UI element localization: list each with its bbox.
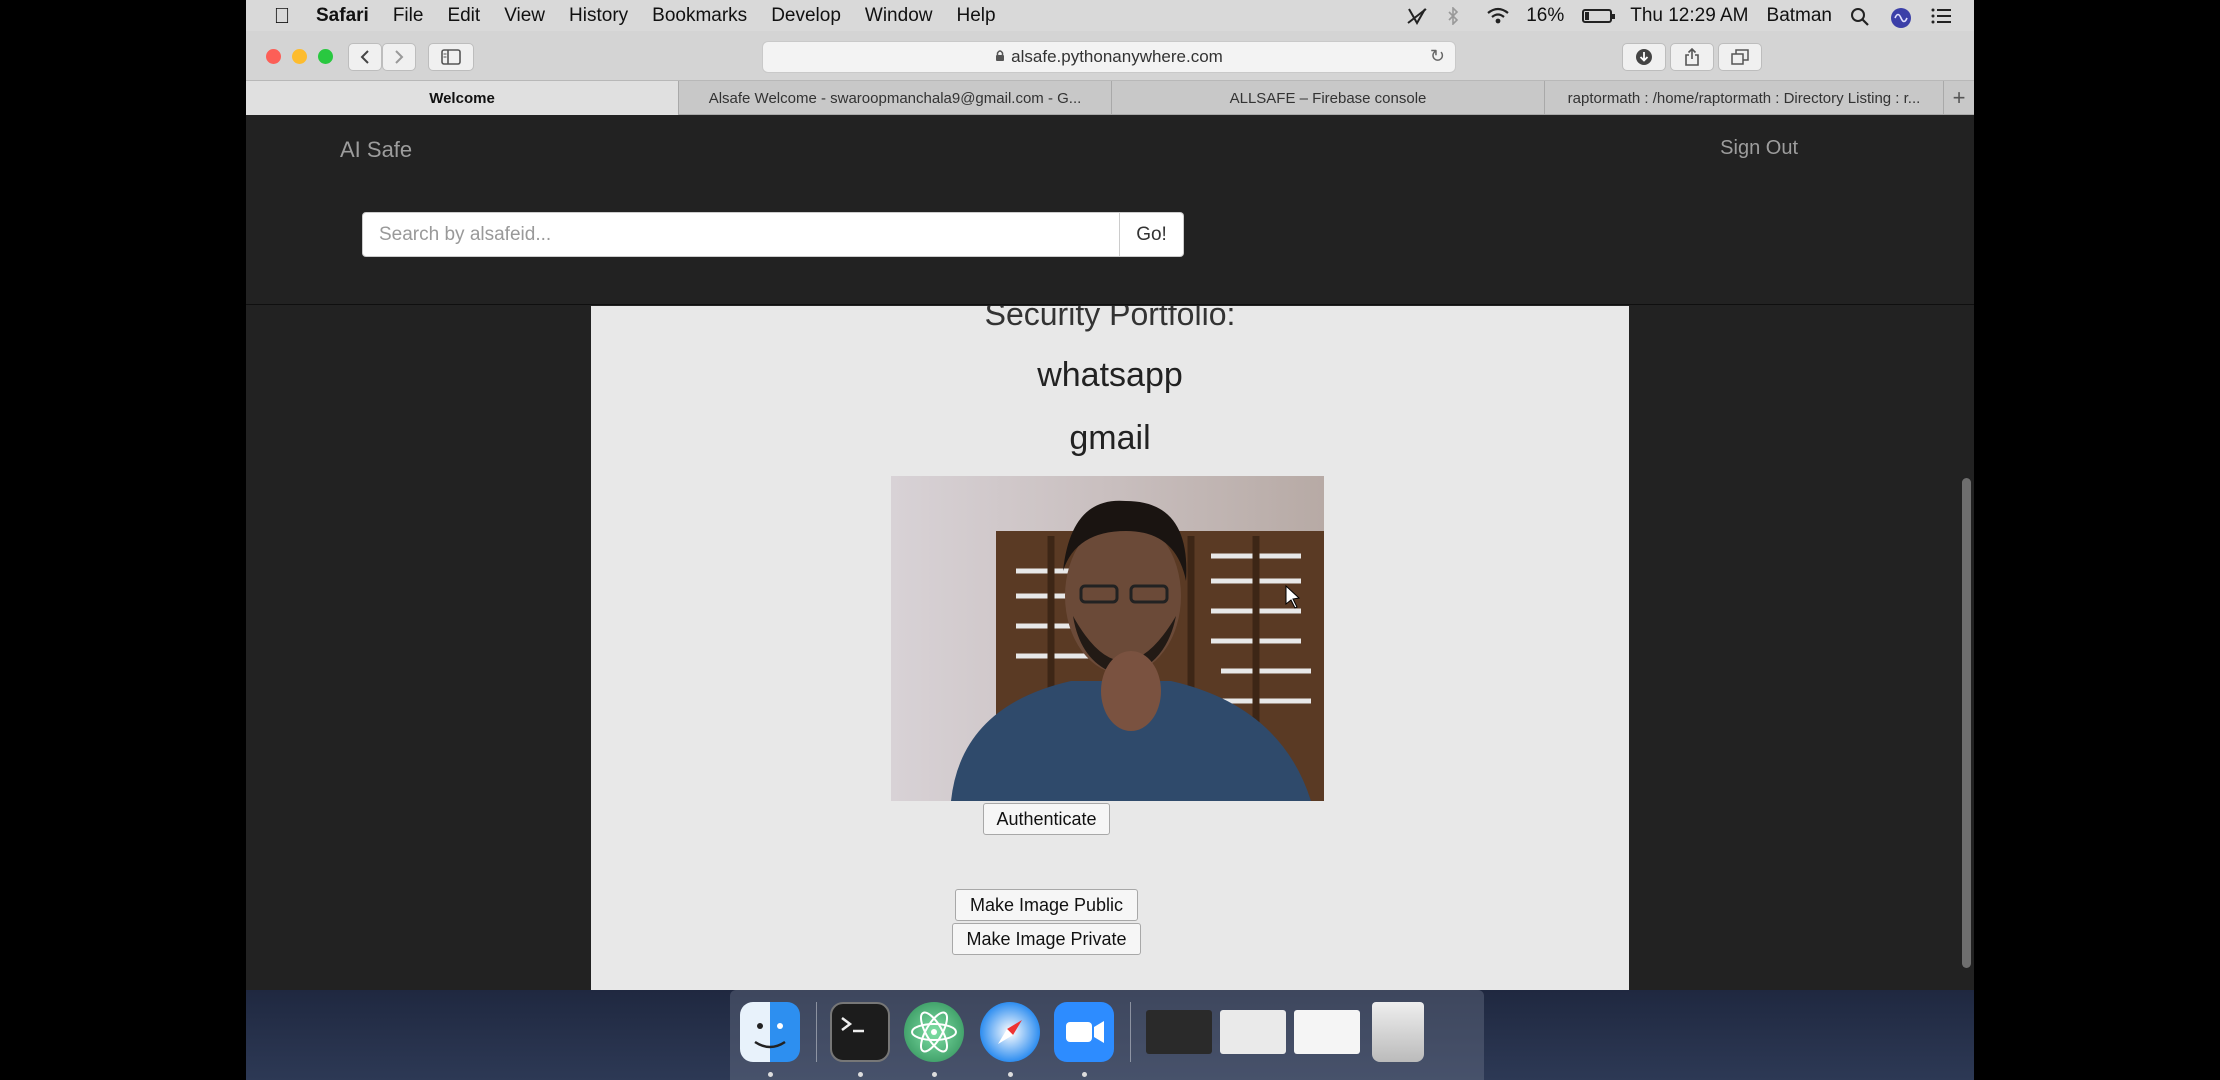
make-image-public-button[interactable]: Make Image Public <box>955 889 1138 921</box>
terminal-running-indicator <box>858 1072 863 1077</box>
battery-level <box>1585 11 1590 20</box>
back-button[interactable] <box>348 43 382 71</box>
dock-separator <box>1130 1002 1131 1062</box>
menu-bar:  Safari File Edit View History Bookmark… <box>246 0 1974 31</box>
user-name[interactable]: Batman <box>1767 5 1832 27</box>
close-window-button[interactable] <box>266 49 281 64</box>
portfolio-item-whatsapp: whatsapp <box>1037 356 1183 394</box>
tab-overview-button[interactable] <box>1718 43 1762 71</box>
menu-history[interactable]: History <box>569 5 628 27</box>
menu-view[interactable]: View <box>504 5 545 27</box>
safari-icon[interactable] <box>980 1002 1040 1062</box>
apple-logo-icon[interactable]:  <box>264 3 300 29</box>
wifi-icon[interactable] <box>1486 7 1509 25</box>
zoom-icon[interactable] <box>1054 1002 1114 1062</box>
tab-welcome[interactable]: Welcome <box>246 81 679 115</box>
share-button[interactable] <box>1670 43 1714 71</box>
portfolio-panel: Security Portfolio: whatsapp gmail Authe… <box>591 306 1629 990</box>
terminal-window-thumb[interactable] <box>1146 1010 1212 1054</box>
finder-icon[interactable] <box>740 1002 800 1062</box>
tab-gmail[interactable]: Alsafe Welcome - swaroopmanchala9@gmail.… <box>679 81 1112 115</box>
zoom-window-thumb[interactable] <box>1294 1010 1360 1054</box>
search-input[interactable] <box>362 212 1120 257</box>
sidebar-toggle-button[interactable] <box>428 43 474 71</box>
sign-out-link[interactable]: Sign Out <box>1720 137 1798 160</box>
portfolio-title: Security Portfolio: <box>984 306 1236 332</box>
search-group: Go! <box>362 212 1184 257</box>
bluetooth-icon[interactable] <box>1446 5 1468 26</box>
finder-running-indicator <box>768 1072 773 1077</box>
spotlight-search-icon[interactable] <box>1850 7 1872 26</box>
vpn-icon[interactable] <box>1406 7 1428 25</box>
go-button[interactable]: Go! <box>1120 212 1184 257</box>
clock[interactable]: Thu 12:29 AM <box>1630 5 1748 27</box>
scrollbar-thumb[interactable] <box>1962 478 1971 968</box>
terminal-icon[interactable] <box>830 1002 890 1062</box>
chevron-right-icon <box>395 50 404 64</box>
reload-icon[interactable]: ↻ <box>1430 46 1445 67</box>
site-brand[interactable]: AI Safe <box>340 137 412 163</box>
authenticate-button[interactable]: Authenticate <box>983 803 1110 835</box>
download-icon <box>1636 49 1652 65</box>
menu-safari[interactable]: Safari <box>316 5 369 27</box>
share-icon <box>1685 48 1699 66</box>
tabs-icon <box>1731 49 1749 65</box>
address-bar[interactable]: alsafe.pythonanywhere.com ↻ <box>762 41 1456 73</box>
menu-window[interactable]: Window <box>865 5 933 27</box>
safari-toolbar: alsafe.pythonanywhere.com ↻ <box>246 31 1974 81</box>
safari-running-indicator <box>1008 1072 1013 1077</box>
menu-edit[interactable]: Edit <box>447 5 480 27</box>
portfolio-item-gmail: gmail <box>1069 419 1151 457</box>
tab-pythonanywhere[interactable]: raptormath : /home/raptormath : Director… <box>1545 81 1944 115</box>
tab-firebase[interactable]: ALLSAFE – Firebase console <box>1112 81 1545 115</box>
forward-button[interactable] <box>382 43 416 71</box>
chevron-left-icon <box>360 50 369 64</box>
atom-running-indicator <box>932 1072 937 1077</box>
notification-center-icon[interactable] <box>1930 7 1952 25</box>
siri-icon[interactable] <box>1890 7 1912 28</box>
menu-develop[interactable]: Develop <box>771 5 841 27</box>
new-tab-button[interactable]: + <box>1944 81 1974 114</box>
make-image-private-button[interactable]: Make Image Private <box>952 923 1141 955</box>
safari-window-thumb[interactable] <box>1220 1010 1286 1054</box>
tab-bar: Welcome Alsafe Welcome - swaroopmanchala… <box>246 81 1974 115</box>
zoom-window-button[interactable] <box>318 49 333 64</box>
menu-bookmarks[interactable]: Bookmarks <box>652 5 747 27</box>
minimize-window-button[interactable] <box>292 49 307 64</box>
trash-icon[interactable] <box>1372 1002 1424 1062</box>
lock-icon <box>995 49 1005 65</box>
web-page: AI Safe Sign Out Go! Security Portfolio:… <box>246 115 1974 990</box>
menu-help[interactable]: Help <box>956 5 995 27</box>
page-scrollbar[interactable] <box>1958 115 1974 990</box>
dock-separator <box>816 1002 817 1062</box>
downloads-button[interactable] <box>1622 43 1666 71</box>
dock <box>730 990 1484 1080</box>
screen:  Safari File Edit View History Bookmark… <box>246 0 1974 1080</box>
site-navbar: AI Safe Sign Out Go! <box>246 115 1974 305</box>
battery-icon[interactable] <box>1582 8 1616 23</box>
battery-percent: 16% <box>1526 4 1565 26</box>
atom-icon[interactable] <box>904 1002 964 1062</box>
menu-file[interactable]: File <box>393 5 424 27</box>
zoom-running-indicator <box>1082 1072 1087 1077</box>
url-text: alsafe.pythonanywhere.com <box>1011 47 1223 66</box>
webcam-preview <box>891 476 1324 801</box>
sidebar-icon <box>441 49 461 65</box>
